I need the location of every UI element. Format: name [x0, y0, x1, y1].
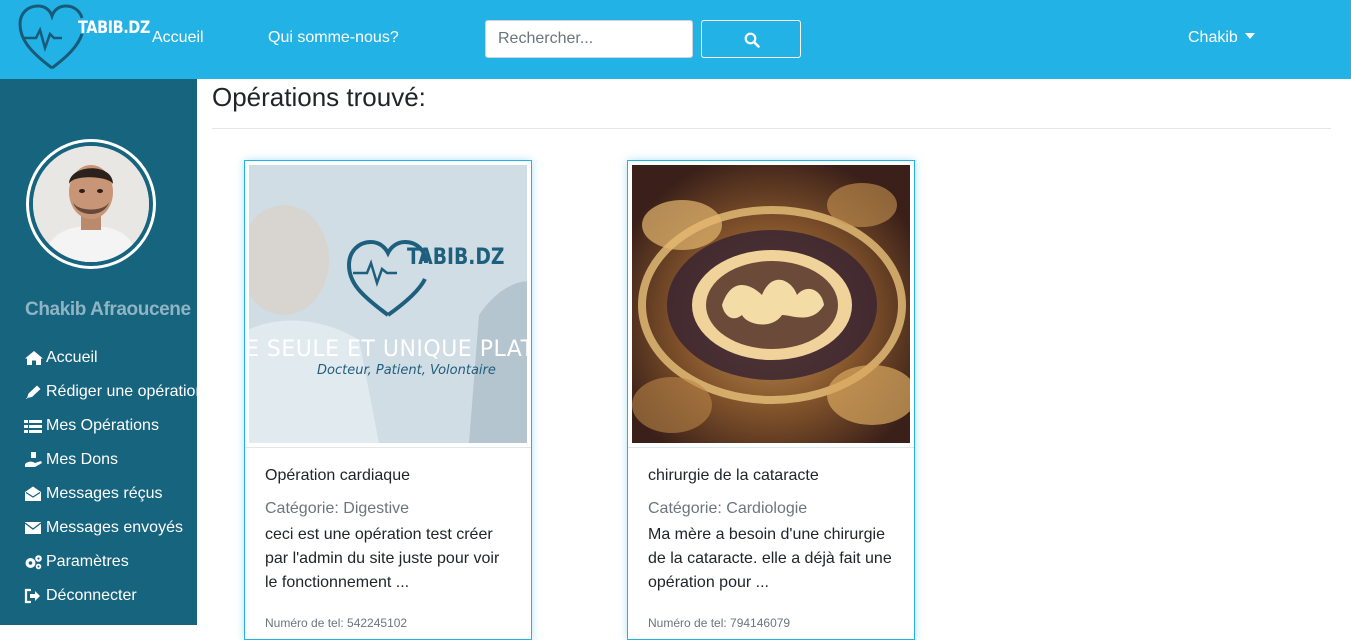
sidebar-item-label: Mes Dons — [46, 451, 119, 468]
avatar-frame — [26, 139, 156, 269]
card-image-caption: E SEULE ET UNIQUE PLATFO — [249, 337, 527, 362]
user-dropdown-label: Chakib — [1188, 29, 1238, 46]
sign-out-icon — [24, 588, 40, 604]
avatar — [33, 146, 149, 262]
nav-about-link[interactable]: Qui somme-nous? — [268, 29, 399, 47]
sidebar-item-label: Rédiger une opération — [46, 383, 197, 400]
avatar-portrait — [33, 146, 149, 262]
card-image-graphic — [632, 165, 910, 443]
nav-accueil-link[interactable]: Accueil — [152, 29, 204, 47]
home-icon — [25, 351, 43, 365]
card-image-tabib: TABIB.DZ E SEULE ET UNIQUE PLATFO Docteu… — [249, 165, 527, 443]
card-category: Catégorie: Cardiologie — [648, 500, 808, 517]
sidebar-item-label: Accueil — [46, 349, 98, 366]
sidebar-item-label: Messages réçus — [46, 485, 163, 502]
sidebar-item-label: Messages envoyés — [46, 519, 183, 536]
operation-card[interactable]: TABIB.DZ E SEULE ET UNIQUE PLATFO Docteu… — [244, 160, 532, 640]
sidebar-item-label: Déconnecter — [46, 587, 137, 604]
card-separator — [245, 447, 531, 448]
card-image-subcaption: Docteur, Patient, Volontaire — [317, 363, 496, 378]
search-icon — [744, 32, 760, 48]
card-description: Ma mère a besoin d'une chirurgie de la c… — [648, 526, 892, 591]
caret-down-icon — [1244, 33, 1255, 39]
sidebar-item-mes-dons[interactable]: Mes Dons — [24, 443, 197, 477]
card-title[interactable]: Opération cardiaque — [265, 467, 410, 485]
page-title: Opérations trouvé: — [212, 82, 426, 112]
card-phone: Numéro de tel: 794146079 — [648, 616, 791, 630]
title-divider — [212, 128, 1331, 129]
donate-icon — [25, 452, 42, 467]
sidebar-menu: Accueil Rédiger une opération Mes Opérat… — [24, 341, 197, 613]
search-input[interactable] — [485, 20, 693, 58]
sidebar: Chakib Afraoucene Accueil Rédiger une op… — [0, 79, 197, 625]
card-category: Catégorie: Digestive — [265, 500, 410, 517]
envelope-open-icon — [25, 486, 41, 501]
sidebar-item-deconnecter[interactable]: Déconnecter — [24, 579, 197, 613]
list-icon — [24, 420, 42, 433]
card-image-brand: TABIB.DZ — [407, 245, 505, 270]
sidebar-item-messages-envoyes[interactable]: Messages envoyés — [24, 511, 197, 545]
sidebar-item-mes-operations[interactable]: Mes Opérations — [24, 409, 197, 443]
top-navbar: TABIB.DZ Accueil Qui somme-nous? Chakib — [0, 0, 1351, 79]
search-button[interactable] — [701, 20, 801, 58]
card-image-graphic — [249, 165, 527, 443]
tabib-logo[interactable]: TABIB.DZ — [18, 4, 150, 72]
sidebar-item-parametres[interactable]: Paramètres — [24, 545, 197, 579]
heart-pulse-icon — [18, 4, 84, 70]
card-image-ornament — [632, 165, 910, 443]
pen-icon — [26, 385, 41, 399]
logo-text: TABIB.DZ — [78, 18, 150, 38]
card-separator — [628, 447, 914, 448]
sidebar-item-messages-recus[interactable]: Messages réçus — [24, 477, 197, 511]
card-description: ceci est une opération test créer par l'… — [265, 526, 500, 591]
envelope-icon — [24, 522, 42, 534]
sidebar-item-accueil[interactable]: Accueil — [24, 341, 197, 375]
operation-card[interactable]: chirurgie de la cataracte Catégorie: Car… — [627, 160, 915, 640]
sidebar-item-rediger[interactable]: Rédiger une opération — [24, 375, 197, 409]
cogs-icon — [25, 555, 42, 570]
sidebar-item-label: Paramètres — [46, 553, 129, 570]
sidebar-item-label: Mes Opérations — [46, 417, 159, 434]
user-dropdown[interactable]: Chakib — [1188, 29, 1255, 47]
sidebar-user-name: Chakib Afraoucene — [25, 299, 191, 320]
card-title[interactable]: chirurgie de la cataracte — [648, 467, 819, 485]
card-phone: Numéro de tel: 542245102 — [265, 616, 408, 630]
